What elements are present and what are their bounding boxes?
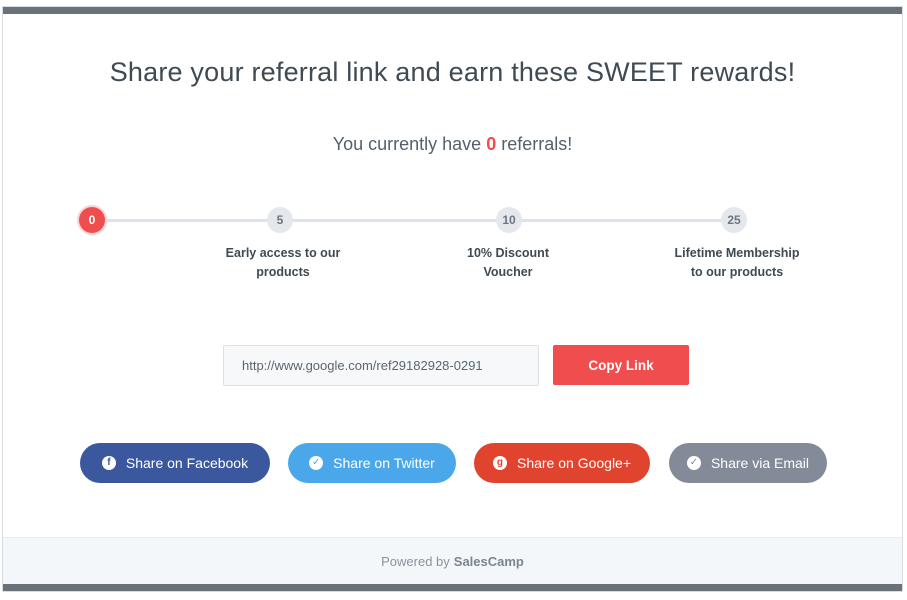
top-border: [3, 7, 902, 14]
milestone-25-label-line2: to our products: [690, 265, 784, 279]
share-buttons: f Share on Facebook ✓ Share on Twitter g…: [3, 443, 902, 483]
status-suffix: referrals!: [501, 134, 573, 154]
share-google-label: Share on Google+: [516, 455, 632, 471]
milestone-5-label-line1: Early access to our: [225, 246, 341, 260]
milestone-10-label-line1: 10% Discount: [467, 246, 549, 260]
footer: Powered by SalesCamp: [3, 537, 902, 584]
milestone-10-node: 10: [496, 207, 522, 233]
footer-brand-link[interactable]: SalesCamp: [454, 554, 524, 569]
email-icon: ✓: [686, 456, 701, 470]
status-prefix: You currently have: [332, 134, 482, 154]
footer-powered-by: Powered by: [381, 553, 450, 569]
milestone-25-node: 25: [721, 207, 747, 233]
milestone-10-label-line2: Voucher: [483, 265, 533, 279]
share-twitter-button[interactable]: ✓ Share on Twitter: [288, 443, 456, 483]
google-plus-icon: g: [492, 456, 507, 470]
facebook-icon: f: [101, 456, 116, 470]
referral-count: 0: [486, 134, 497, 154]
twitter-icon: ✓: [309, 456, 324, 470]
milestone-5-label: Early access to our products: [213, 244, 353, 282]
milestone-25-label: Lifetime Membership to our products: [667, 244, 807, 282]
milestone-5-node: 5: [267, 207, 293, 233]
rewards-progress: 0 5 Early access to our products 10 10% …: [3, 207, 902, 287]
bottom-border: [3, 584, 902, 591]
share-google-button[interactable]: g Share on Google+: [474, 443, 650, 483]
share-facebook-button[interactable]: f Share on Facebook: [80, 443, 270, 483]
referral-status: You currently have 0 referrals!: [3, 134, 902, 155]
page-title: Share your referral link and earn these …: [109, 57, 796, 87]
share-email-label: Share via Email: [710, 455, 810, 471]
milestone-0-node: 0: [79, 207, 105, 233]
milestone-5-label-line2: products: [256, 265, 310, 279]
share-twitter-label: Share on Twitter: [333, 455, 435, 471]
milestone-25-label-line1: Lifetime Membership: [674, 246, 800, 260]
share-facebook-label: Share on Facebook: [125, 455, 249, 471]
milestone-10-label: 10% Discount Voucher: [438, 244, 578, 282]
progress-track: [93, 219, 736, 222]
copy-link-button[interactable]: Copy Link: [553, 345, 689, 385]
share-email-button[interactable]: ✓ Share via Email: [669, 443, 827, 483]
referral-link-input[interactable]: [223, 345, 539, 386]
referral-widget: Share your referral link and earn these …: [2, 6, 903, 592]
referral-link-row: Copy Link: [3, 345, 902, 387]
